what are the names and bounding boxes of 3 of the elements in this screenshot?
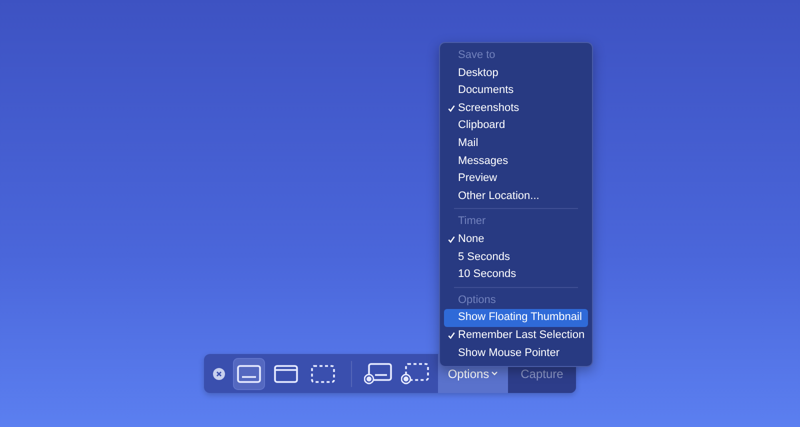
menu-section-heading: Options [457, 292, 497, 308]
menu-section-heading: Save to [457, 48, 496, 63]
menu-section-heading: Timer [457, 214, 487, 230]
